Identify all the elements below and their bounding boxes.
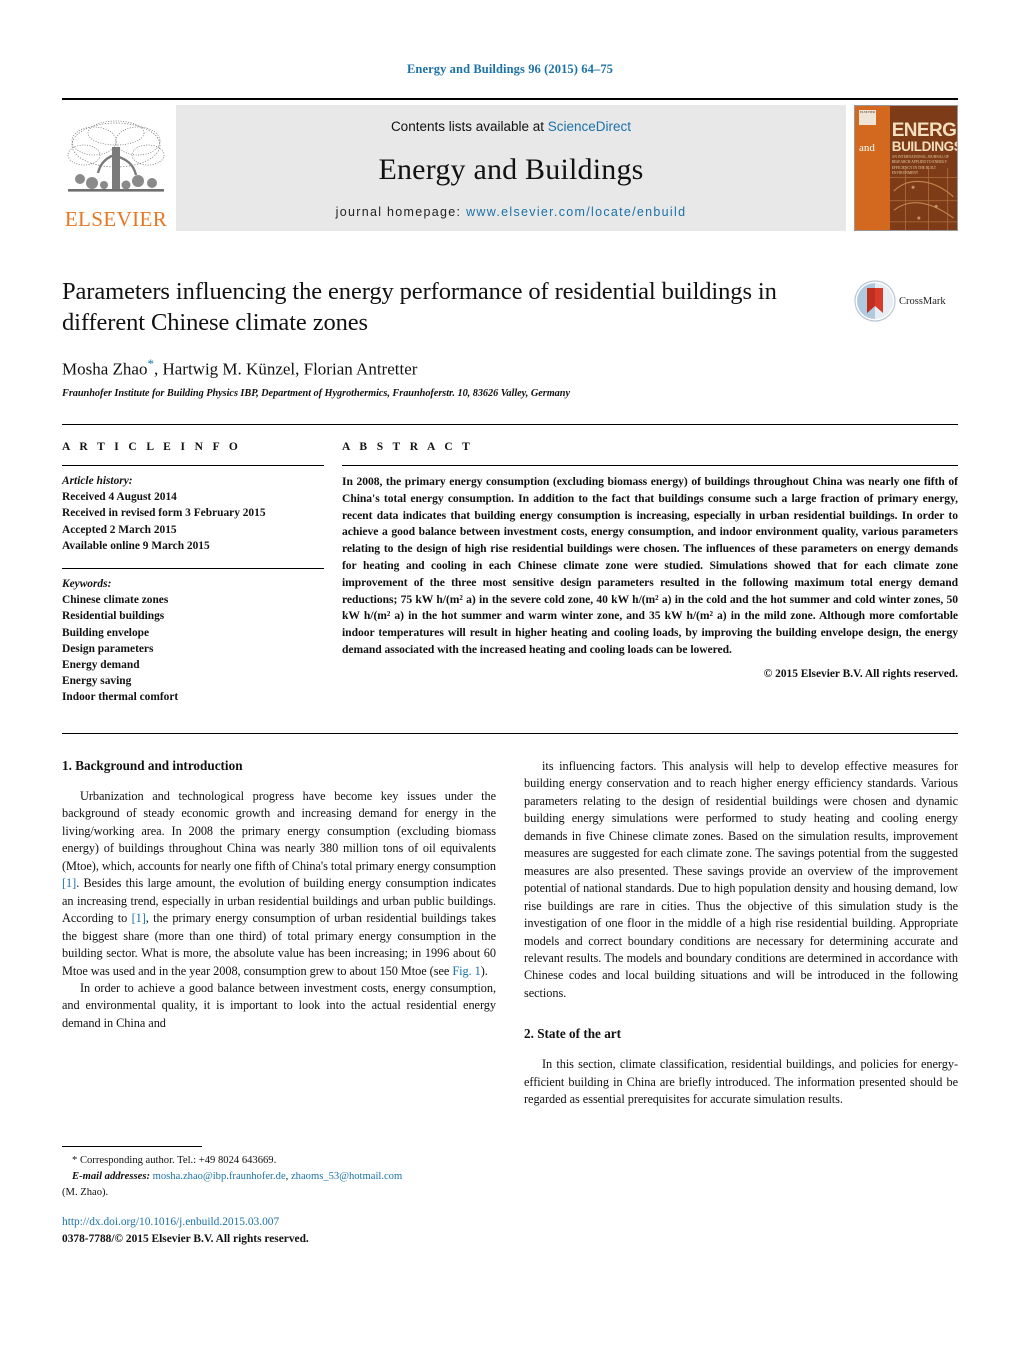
abstract-heading: A B S T R A C T xyxy=(342,441,474,453)
history-item: Available online 9 March 2015 xyxy=(62,539,210,552)
corresponding-author-note: * Corresponding author. Tel.: +49 8024 6… xyxy=(72,1155,277,1166)
running-head: Energy and Buildings 96 (2015) 64–75 xyxy=(406,62,614,76)
keyword-item: Chinese climate zones xyxy=(62,594,169,607)
footnote-block: * Corresponding author. Tel.: +49 8024 6… xyxy=(62,1146,496,1201)
figure-ref[interactable]: Fig. 1 xyxy=(452,964,480,978)
journal-title: Energy and Buildings xyxy=(378,152,644,186)
journal-masthead: ELSEVIER Contents lists available at Sci… xyxy=(62,98,958,231)
paragraph: Urbanization and technological progress … xyxy=(62,788,496,980)
contents-prefix: Contents lists available at xyxy=(390,119,548,134)
body-right-column: its influencing factors. This analysis w… xyxy=(524,758,958,1109)
keyword-item: Building envelope xyxy=(62,626,150,639)
keyword-item: Energy saving xyxy=(62,675,132,688)
citation-ref[interactable]: [1] xyxy=(62,876,76,890)
body-left-column: 1. Background and introduction Urbanizat… xyxy=(62,758,496,1109)
info-abstract-section: A R T I C L E I N F O Article history: R… xyxy=(62,424,958,705)
para-text: ). xyxy=(480,963,488,978)
history-item: Accepted 2 March 2015 xyxy=(62,523,177,536)
body-divider xyxy=(62,733,958,734)
crossmark-icon xyxy=(854,280,896,322)
cover-elsevier-mark: ELSEVIER xyxy=(859,110,876,125)
citation-ref[interactable]: [1] xyxy=(132,911,146,925)
keyword-item: Indoor thermal comfort xyxy=(62,691,179,704)
doi-link[interactable]: http://dx.doi.org/10.1016/j.enbuild.2015… xyxy=(62,1214,562,1231)
authors-rest: , Hartwig M. Künzel, Florian Antretter xyxy=(153,359,418,379)
keyword-item: Design parameters xyxy=(62,642,154,655)
journal-homepage-link[interactable]: www.elsevier.com/locate/enbuild xyxy=(466,205,686,219)
abstract-copyright: © 2015 Elsevier B.V. All rights reserved… xyxy=(763,667,958,680)
masthead-center-band: Contents lists available at ScienceDirec… xyxy=(176,105,846,231)
article-page: Energy and Buildings 96 (2015) 64–75 ELS… xyxy=(0,0,1020,1351)
email-note: E-mail addresses: mosha.zhao@ibp.fraunho… xyxy=(62,1169,496,1185)
article-info-heading: A R T I C L E I N F O xyxy=(62,441,242,453)
email-owner: (M. Zhao). xyxy=(62,1186,109,1198)
abstract-text: In 2008, the primary energy consumption … xyxy=(342,475,958,656)
email-link-1[interactable]: mosha.zhao@ibp.fraunhofer.de xyxy=(153,1171,286,1182)
paragraph: In order to achieve a good balance betwe… xyxy=(62,980,496,1030)
journal-homepage-line: journal homepage: www.elsevier.com/locat… xyxy=(336,205,687,219)
elsevier-tree-icon xyxy=(67,120,165,192)
page-title: Parameters influencing the energy perfor… xyxy=(62,278,777,336)
abstract-column: A B S T R A C T In 2008, the primary ene… xyxy=(342,441,958,705)
article-info-rule xyxy=(62,465,324,466)
keywords-rule xyxy=(62,567,324,569)
paragraph: In this section, climate classification,… xyxy=(524,1057,958,1107)
paragraph: its influencing factors. This analysis w… xyxy=(524,759,958,1000)
journal-cover-thumbnail: ELSEVIER and ENERGY BUILDINGS AN INTERNA… xyxy=(854,105,958,231)
crossmark-badge[interactable]: CrossMark xyxy=(854,276,958,326)
body-columns: 1. Background and introduction Urbanizat… xyxy=(62,758,958,1109)
section-heading-1: 1. Background and introduction xyxy=(62,758,243,773)
abstract-rule xyxy=(342,465,958,466)
title-block: Parameters influencing the energy perfor… xyxy=(62,277,852,399)
crossmark-label: CrossMark xyxy=(899,295,946,307)
email-label: E-mail addresses: xyxy=(72,1170,150,1182)
section-heading-2: 2. State of the art xyxy=(524,1026,622,1042)
keywords-label: Keywords: xyxy=(62,577,112,590)
email-link-2[interactable]: zhaoms_53@hotmail.com xyxy=(291,1171,402,1182)
history-item: Received 4 August 2014 xyxy=(62,491,177,504)
keyword-item: Energy demand xyxy=(62,658,140,671)
issn-copyright: 0378-7788/© 2015 Elsevier B.V. All right… xyxy=(62,1233,309,1246)
footer-block: http://dx.doi.org/10.1016/j.enbuild.2015… xyxy=(62,1214,562,1248)
cover-and-text: and xyxy=(859,142,875,154)
contents-line: Contents lists available at ScienceDirec… xyxy=(391,119,631,134)
homepage-prefix: journal homepage: xyxy=(335,205,467,219)
footnote-rule xyxy=(62,1146,202,1147)
author-list: Mosha Zhao*, Hartwig M. Künzel, Florian … xyxy=(62,356,852,380)
affiliation: Fraunhofer Institute for Building Physic… xyxy=(62,388,570,400)
author-first: Mosha Zhao xyxy=(62,359,148,379)
cover-artwork xyxy=(889,168,957,230)
keyword-item: Residential buildings xyxy=(62,610,165,623)
article-history-label: Article history: xyxy=(62,475,133,487)
article-history: Article history: Received 4 August 2014 … xyxy=(62,473,324,554)
keyword-list: Keywords: Chinese climate zones Resident… xyxy=(62,576,324,706)
elsevier-logo: ELSEVIER xyxy=(62,105,170,231)
para-text: Urbanization and technological progress … xyxy=(62,789,497,873)
history-item: Received in revised form 3 February 2015 xyxy=(62,507,266,520)
sciencedirect-link[interactable]: ScienceDirect xyxy=(548,119,631,134)
elsevier-wordmark: ELSEVIER xyxy=(64,207,168,231)
cover-buildings-text: BUILDINGS xyxy=(891,139,958,154)
article-info-column: A R T I C L E I N F O Article history: R… xyxy=(62,441,324,705)
